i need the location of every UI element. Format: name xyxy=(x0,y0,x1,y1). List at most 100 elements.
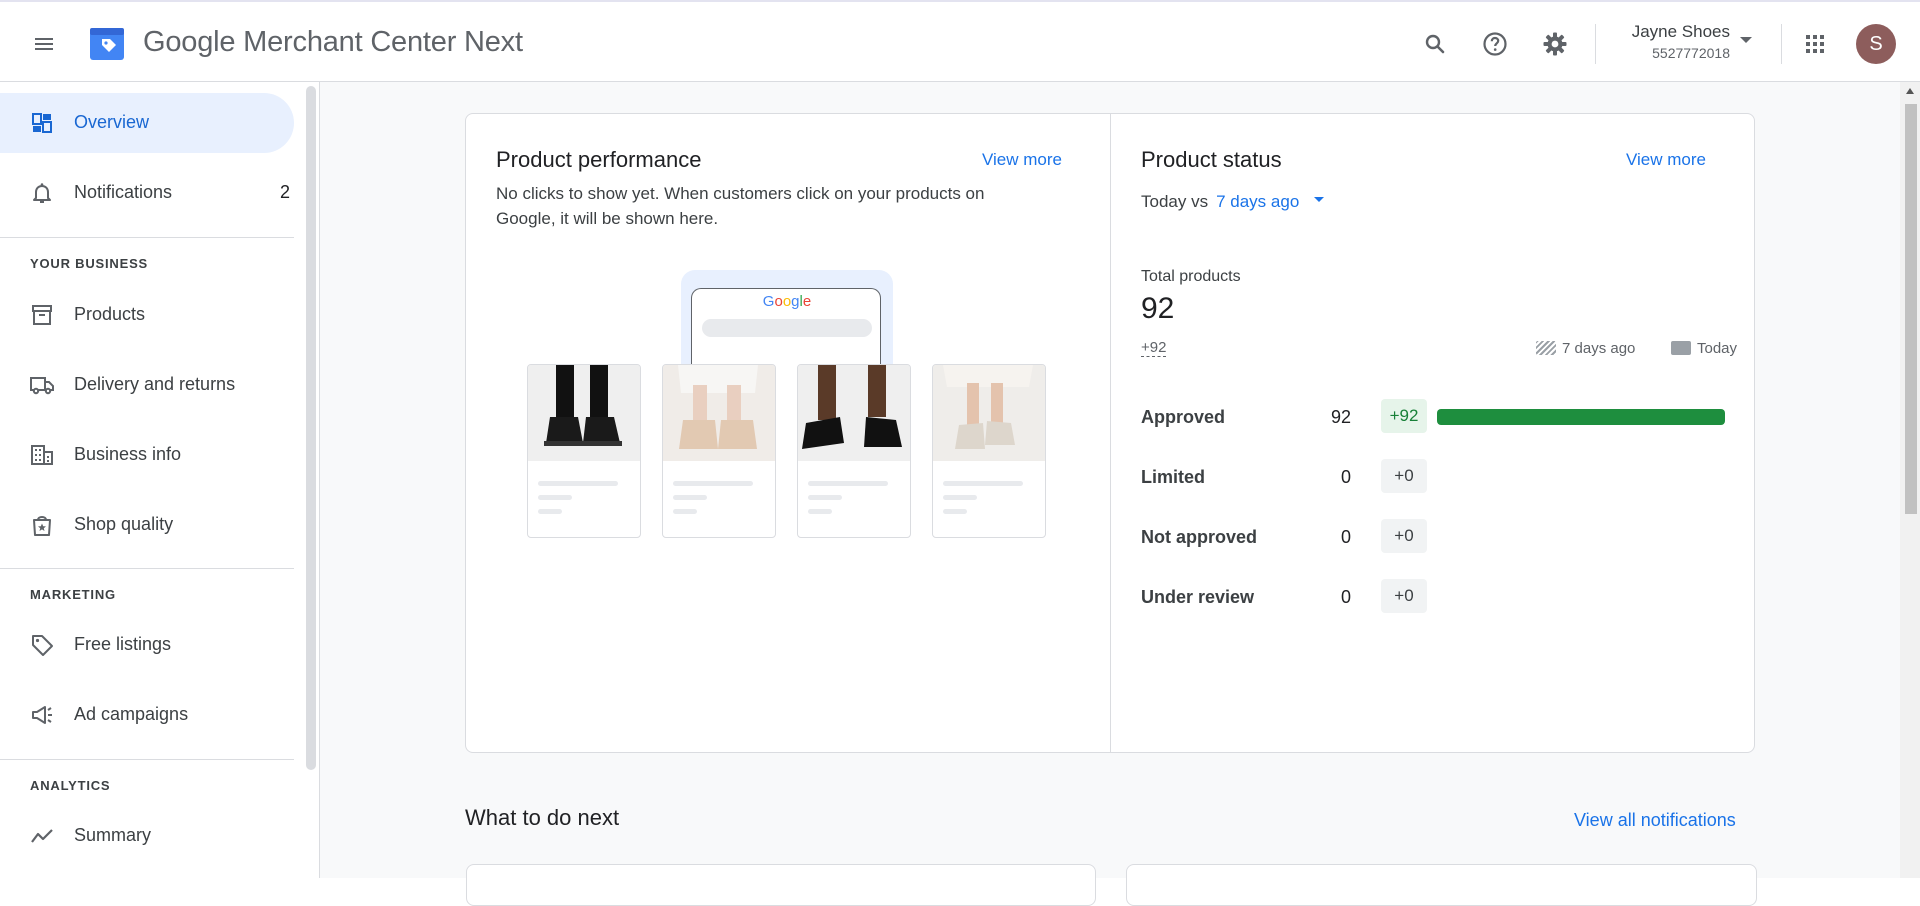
status-row-value: 0 xyxy=(1340,587,1351,607)
sidebar-item-label: Overview xyxy=(74,112,150,132)
app-title[interactable]: Google Merchant Center Next xyxy=(143,26,523,59)
status-row-label[interactable]: Approved xyxy=(1141,407,1225,428)
section-title-analytics: ANALYTICS xyxy=(30,778,111,793)
overview-card: Product performance View more No clicks … xyxy=(465,113,1755,753)
dashboard-icon xyxy=(32,113,52,133)
scrollbar-thumb[interactable] xyxy=(1905,104,1917,514)
sidebar-item-business-info[interactable]: Business info xyxy=(0,425,294,485)
shopping-bag-star-icon xyxy=(33,516,51,536)
google-apps-button[interactable] xyxy=(1795,24,1835,64)
skeleton-line xyxy=(538,495,572,500)
view-all-notifications-link[interactable]: View all notifications xyxy=(1574,810,1736,831)
user-avatar[interactable]: S xyxy=(1856,24,1896,64)
sidebar-item-label: Business info xyxy=(74,444,182,464)
phone-illustration: Google xyxy=(681,270,893,370)
legend-label: 7 days ago xyxy=(1562,340,1636,357)
performance-view-more-link[interactable]: View more xyxy=(982,150,1062,170)
gear-icon xyxy=(1543,32,1567,56)
status-row-delta-badge: +0 xyxy=(1381,519,1427,553)
illustration-product-card xyxy=(932,364,1046,538)
sidebar-item-label: Summary xyxy=(74,825,152,845)
section-title-marketing: MARKETING xyxy=(30,587,116,602)
help-button[interactable] xyxy=(1475,24,1515,64)
shoe-image-black-mary-janes xyxy=(798,365,910,461)
product-status-title: Product status xyxy=(1141,147,1282,172)
skeleton-line xyxy=(808,509,832,514)
notification-count: 2 xyxy=(279,182,290,202)
skeleton-line xyxy=(808,481,888,486)
sidebar-item-summary[interactable]: Summary xyxy=(0,806,294,866)
truck-icon xyxy=(30,377,54,395)
sidebar-item-label: Products xyxy=(74,304,146,324)
illustration-product-card xyxy=(527,364,641,538)
status-row-delta-badge: +0 xyxy=(1381,459,1427,493)
phone-screen: Google xyxy=(691,288,881,370)
sidebar-scrollbar[interactable] xyxy=(306,86,316,770)
what-to-do-next-title: What to do next xyxy=(465,805,620,830)
tag-icon xyxy=(32,635,53,656)
status-row-label[interactable]: Under review xyxy=(1141,587,1254,608)
section-title-your-business: YOUR BUSINESS xyxy=(30,256,149,271)
hatched-swatch-icon xyxy=(1536,341,1556,355)
sidebar-item-label: Delivery and returns xyxy=(74,374,236,394)
status-row-label[interactable]: Not approved xyxy=(1141,527,1257,548)
total-products-label: Total products xyxy=(1141,268,1241,285)
caret-down-icon[interactable] xyxy=(1312,193,1326,207)
sidebar-item-free-listings[interactable]: Free listings xyxy=(0,615,294,675)
sidebar-nav: Overview Notifications 2 YOUR BUSINESS P… xyxy=(0,82,320,878)
top-app-bar: Google Merchant Center Next Jayne Shoes xyxy=(0,0,1920,82)
caret-down-icon xyxy=(1740,37,1752,43)
status-row-delta-badge: +92 xyxy=(1381,399,1427,433)
main-scrollbar[interactable] xyxy=(1900,82,1920,878)
skeleton-line xyxy=(943,481,1023,486)
solid-swatch-icon xyxy=(1671,341,1691,355)
sidebar-divider xyxy=(0,237,294,238)
main-menu-button[interactable] xyxy=(24,24,64,64)
next-step-card[interactable] xyxy=(466,864,1096,906)
skeleton-line xyxy=(673,495,707,500)
next-step-card[interactable] xyxy=(1126,864,1757,906)
toolbar-divider xyxy=(1781,24,1782,64)
sidebar-divider xyxy=(0,759,294,760)
account-switcher[interactable]: Jayne Shoes 5527772018 xyxy=(1600,22,1730,61)
help-circle-icon xyxy=(1483,32,1507,56)
product-performance-title: Product performance xyxy=(496,147,702,172)
merchant-center-logo-icon[interactable] xyxy=(88,24,126,62)
status-row-bar xyxy=(1437,409,1725,425)
google-wordmark: Google xyxy=(762,293,812,310)
status-view-more-link[interactable]: View more xyxy=(1626,150,1706,170)
legend-label: Today xyxy=(1697,340,1738,357)
sidebar-item-shop-quality[interactable]: Shop quality xyxy=(0,495,294,555)
total-products-delta[interactable]: +92 xyxy=(1141,339,1167,357)
hamburger-menu-icon xyxy=(35,38,53,50)
legend-today: Today xyxy=(1671,340,1737,357)
archive-box-icon xyxy=(32,305,52,325)
toolbar-divider xyxy=(1595,24,1596,64)
sidebar-item-ad-campaigns[interactable]: Ad campaigns xyxy=(0,685,294,745)
shoe-image-cream-pumps xyxy=(933,365,1045,461)
apps-grid-icon xyxy=(1806,35,1824,53)
sidebar-item-notifications[interactable]: Notifications 2 xyxy=(0,163,294,223)
settings-button[interactable] xyxy=(1535,24,1575,64)
search-button[interactable] xyxy=(1415,24,1455,64)
compare-prefix: Today vs xyxy=(1141,192,1209,211)
sidebar-item-label: Free listings xyxy=(74,634,172,654)
account-name: Jayne Shoes xyxy=(1631,22,1730,41)
skeleton-line xyxy=(673,509,697,514)
status-row-value: 0 xyxy=(1340,527,1351,547)
compare-range-dropdown[interactable]: 7 days ago xyxy=(1216,192,1299,211)
skeleton-line xyxy=(673,481,753,486)
sidebar-item-overview[interactable]: Overview xyxy=(0,93,294,153)
status-row-value: 92 xyxy=(1330,407,1351,427)
sidebar-item-delivery-returns[interactable]: Delivery and returns xyxy=(0,355,294,415)
scroll-up-arrow-icon[interactable] xyxy=(1906,88,1914,94)
status-row-label[interactable]: Limited xyxy=(1141,467,1205,488)
shoe-image-black-loafers xyxy=(528,365,640,461)
status-row-delta-badge: +0 xyxy=(1381,579,1427,613)
sidebar-item-products[interactable]: Products xyxy=(0,285,294,345)
megaphone-icon xyxy=(32,706,52,724)
account-dropdown-button[interactable] xyxy=(1738,32,1754,53)
skeleton-line xyxy=(538,509,562,514)
bell-icon xyxy=(33,183,51,203)
shoe-image-beige-sandals xyxy=(663,365,775,461)
